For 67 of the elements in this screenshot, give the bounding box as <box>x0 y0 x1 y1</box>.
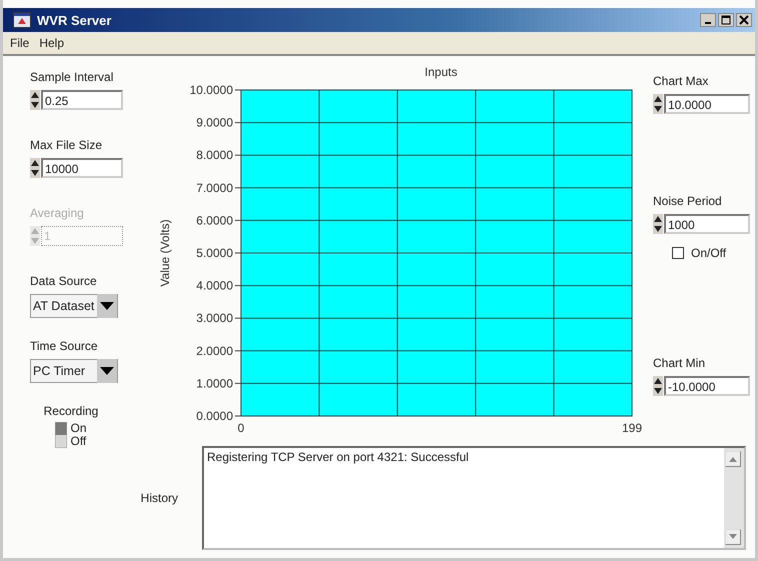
number-field[interactable]: 10000 <box>41 158 123 178</box>
y-tick-label: 2.0000 <box>196 344 233 358</box>
y-tick-label: 6.0000 <box>196 213 233 228</box>
spinner-icon[interactable] <box>653 376 663 396</box>
tick-mark <box>234 154 242 156</box>
number-field[interactable]: 0.25 <box>41 90 123 110</box>
tick-mark <box>234 318 242 319</box>
dropdown[interactable]: AT Dataset <box>30 294 118 318</box>
y-tick-label: 4.0000 <box>196 278 233 293</box>
minimize-icon <box>705 22 711 24</box>
x-tick-label: 199 <box>622 421 642 435</box>
y-tick-label: 5.0000 <box>196 246 233 260</box>
control-label: Recording <box>44 404 98 418</box>
number-field[interactable]: 1000 <box>664 214 750 234</box>
menu-item[interactable]: File <box>10 36 30 50</box>
up-arrow-icon <box>729 456 737 462</box>
toggle-switch[interactable] <box>55 422 68 448</box>
menu-item[interactable]: Help <box>39 36 64 50</box>
spinner-icon[interactable] <box>30 158 40 178</box>
number-field[interactable]: -10.0000 <box>664 376 750 396</box>
toggle-off-label: Off <box>70 435 86 448</box>
down-arrow-icon <box>729 534 737 540</box>
y-tick-label: 7.0000 <box>196 180 233 195</box>
spinner-icon[interactable] <box>653 94 663 114</box>
minimize-button[interactable] <box>700 13 716 27</box>
control-label: Chart Min <box>653 356 706 370</box>
tick-mark <box>234 382 242 384</box>
tick-mark <box>234 122 242 124</box>
control-label: Chart Max <box>653 74 708 88</box>
y-tick-label: 9.0000 <box>196 116 233 130</box>
scroll-down-button[interactable] <box>725 529 741 545</box>
maximize-button[interactable] <box>718 13 734 27</box>
toggle-on-label: On <box>70 422 86 435</box>
y-tick-label: 0.0000 <box>196 409 233 423</box>
y-tick-label: 10.0000 <box>190 83 233 97</box>
checkbox-label: On/Off <box>691 246 726 260</box>
control-label: Sample Interval <box>30 70 114 84</box>
control-label: Data Source <box>30 274 97 288</box>
close-icon <box>739 15 749 25</box>
y-tick-label: 3.0000 <box>196 311 233 326</box>
y-axis-label: Value (Volts) <box>158 219 172 287</box>
spinner-icon[interactable] <box>30 90 40 110</box>
scroll-up-button[interactable] <box>725 451 741 467</box>
window-title: WVR Server <box>37 12 112 28</box>
log-line: Registering TCP Server on port 4321: Successful <box>207 450 470 464</box>
number-field[interactable]: 10.0000 <box>664 94 750 114</box>
control-label: Time Source <box>30 339 98 353</box>
control-label: Max File Size <box>30 138 102 152</box>
control-label: Noise Period <box>653 194 722 208</box>
control-label: Averaging <box>30 206 84 220</box>
scrollbar[interactable] <box>724 448 744 548</box>
y-tick-label: 8.0000 <box>196 148 233 162</box>
maximize-icon <box>721 15 731 25</box>
app-icon <box>13 12 31 28</box>
close-button[interactable] <box>736 13 752 27</box>
tick-mark <box>234 220 242 221</box>
tick-mark <box>234 285 242 286</box>
history-label: History <box>140 491 178 505</box>
x-tick-label: 0 <box>238 421 244 435</box>
chart-title: Inputs <box>424 65 458 79</box>
dropdown[interactable]: PC Timer <box>30 359 118 383</box>
tick-mark <box>234 252 242 254</box>
tick-mark <box>234 187 242 188</box>
y-tick-label: 1.0000 <box>196 376 233 390</box>
spinner-icon[interactable] <box>653 214 663 234</box>
checkbox[interactable] <box>672 247 684 259</box>
tick-mark <box>234 350 242 352</box>
